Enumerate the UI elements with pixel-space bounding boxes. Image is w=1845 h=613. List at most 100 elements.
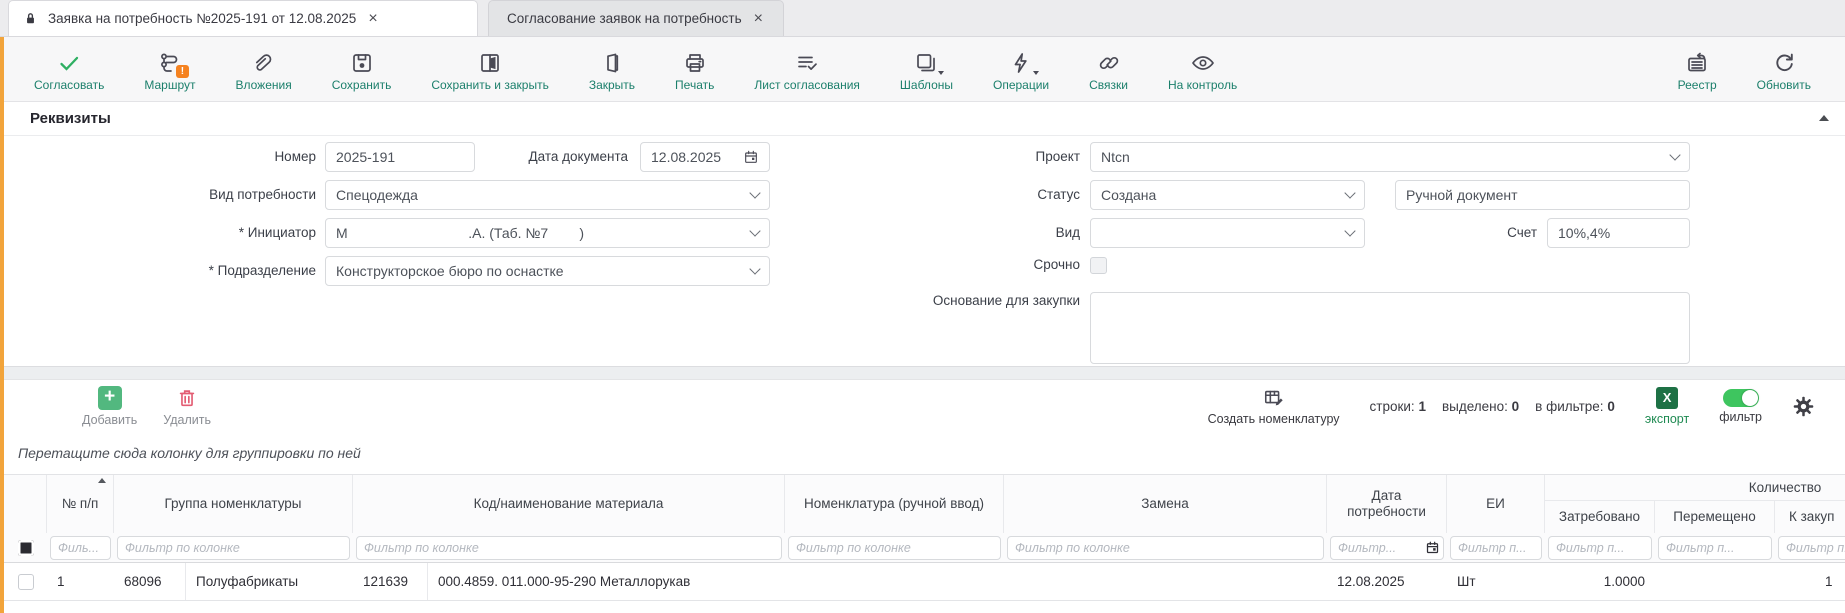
route-button[interactable]: ! Маршрут (124, 37, 215, 101)
filter-replacement[interactable] (1007, 536, 1324, 560)
filter-requested[interactable] (1548, 536, 1652, 560)
tab-approval[interactable]: Согласование заявок на потребность × (488, 0, 784, 36)
registry-button[interactable]: Реестр (1658, 47, 1737, 92)
plus-icon: + (98, 386, 122, 410)
header-to-purchase[interactable]: К закуп (1775, 501, 1845, 533)
department-select[interactable]: Конструкторское бюро по оснастке (325, 256, 770, 286)
kind-select[interactable] (1090, 218, 1365, 248)
export-excel-button[interactable]: X экспорт (1645, 387, 1689, 426)
need-type-label: Вид потребности (4, 180, 316, 210)
header-quantity-label: Количество (1545, 475, 1845, 501)
cell-need-date: 12.08.2025 (1327, 563, 1447, 600)
account-input[interactable] (1547, 218, 1690, 248)
lock-icon (23, 11, 38, 26)
filter-unit[interactable] (1450, 536, 1542, 560)
add-row-button[interactable]: + Добавить (82, 386, 137, 427)
save-and-close-button[interactable]: Сохранить и закрыть (411, 37, 568, 101)
create-nomenclature-button[interactable]: Создать номенклатуру (1208, 387, 1340, 426)
eye-icon (1190, 47, 1216, 75)
toggle-on-icon[interactable] (1723, 389, 1759, 407)
need-type-select[interactable]: Спецодежда (325, 180, 770, 210)
tab-close-icon[interactable]: × (366, 11, 379, 27)
templates-icon (914, 47, 938, 75)
route-badge: ! (176, 65, 189, 78)
project-select[interactable]: Ntcn (1090, 142, 1690, 172)
print-button[interactable]: Печать (655, 37, 734, 101)
dropdown-caret (938, 71, 944, 75)
sort-asc-icon (98, 478, 106, 483)
purchase-reason-textarea[interactable] (1090, 292, 1690, 364)
approve-button[interactable]: Согласовать (14, 37, 124, 101)
filter-material-code-name[interactable] (356, 536, 782, 560)
filter-nomenclature-group[interactable] (117, 536, 350, 560)
control-button[interactable]: На контроль (1148, 37, 1257, 101)
list-check-icon (795, 47, 819, 75)
status-select[interactable]: Создана (1090, 180, 1365, 210)
header-replacement[interactable]: Замена (1004, 475, 1327, 533)
close-button[interactable]: Закрыть (569, 37, 655, 101)
toolbar: Согласовать ! Маршрут Вложения Сохранить… (4, 37, 1845, 102)
filter-toggle[interactable]: фильтр (1719, 389, 1762, 424)
trash-icon (176, 386, 198, 410)
delete-row-button[interactable]: Удалить (163, 386, 211, 427)
group-by-drop-zone[interactable]: Перетащите сюда колонку для группировки … (4, 432, 1845, 474)
project-label: Проект (780, 142, 1080, 172)
header-unit[interactable]: ЕИ (1447, 475, 1545, 533)
templates-button[interactable]: Шаблоны (880, 37, 973, 101)
header-nomenclature-manual[interactable]: Номенклатура (ручной ввод) (785, 475, 1004, 533)
filter-row-number[interactable] (50, 536, 111, 560)
selected-count: выделено: 0 (1442, 399, 1519, 414)
cell-row-number: 1 (47, 563, 114, 600)
chevron-down-icon (1344, 187, 1355, 198)
header-need-date[interactable]: Дата потребности (1327, 475, 1447, 533)
refresh-button[interactable]: Обновить (1737, 47, 1831, 92)
filter-to-purchase[interactable] (1778, 536, 1845, 560)
registry-icon (1685, 47, 1709, 75)
filter-nomenclature-manual[interactable] (788, 536, 1001, 560)
select-all-checkbox[interactable] (18, 540, 34, 556)
material-code: 121639 (353, 563, 428, 600)
calendar-icon[interactable] (1425, 540, 1440, 555)
initiator-select[interactable]: М .А. (Таб. №7 ) (325, 218, 770, 248)
urgent-checkbox[interactable] (1090, 257, 1107, 274)
calendar-icon[interactable] (743, 149, 759, 165)
header-moved[interactable]: Перемещено (1655, 501, 1775, 533)
door-icon (600, 47, 624, 75)
table-row[interactable]: 1 68096 Полуфабрикаты 121639 000.4859. 0… (4, 563, 1845, 601)
doc-date-input[interactable]: 12.08.2025 (640, 142, 770, 172)
chevron-down-icon (1669, 149, 1680, 160)
cell-to-purchase: 1 (1775, 563, 1845, 600)
paperclip-icon (252, 47, 276, 75)
attachments-button[interactable]: Вложения (215, 37, 311, 101)
kind-label: Вид (780, 218, 1080, 248)
links-button[interactable]: Связки (1069, 37, 1148, 101)
approval-sheet-button[interactable]: Лист согласования (734, 37, 880, 101)
filtered-count: в фильтре: 0 (1535, 399, 1615, 414)
grid-filter-row (4, 533, 1845, 563)
row-checkbox[interactable] (18, 574, 34, 590)
gear-icon[interactable] (1792, 395, 1815, 418)
manual-document-field[interactable] (1395, 180, 1690, 210)
group-code: 68096 (114, 563, 186, 600)
chevron-down-icon (1344, 225, 1355, 236)
tab-request[interactable]: Заявка на потребность №2025-191 от 12.08… (8, 0, 478, 36)
account-label: Счет (1397, 218, 1537, 248)
header-quantity-group: Количество Затребовано Перемещено К заку… (1545, 475, 1845, 533)
tab-close-icon[interactable]: × (752, 11, 765, 27)
collapse-panel-icon[interactable] (1819, 115, 1829, 121)
app-window: Заявка на потребность №2025-191 от 12.08… (0, 0, 1845, 613)
number-label: Номер (4, 142, 316, 172)
save-button[interactable]: Сохранить (312, 37, 412, 101)
table-pencil-icon (1262, 387, 1286, 409)
grid-counters: строки: 1 выделено: 0 в фильтре: 0 (1370, 399, 1615, 414)
header-select-column (4, 475, 47, 533)
urgent-label: Срочно (780, 250, 1080, 280)
cell-nomenclature-manual (785, 563, 1004, 600)
header-nomenclature-group[interactable]: Группа номенклатуры (114, 475, 353, 533)
chain-link-icon (1097, 47, 1121, 75)
header-requested[interactable]: Затребовано (1545, 501, 1655, 533)
header-material-code-name[interactable]: Код/наименование материала (353, 475, 785, 533)
header-row-number[interactable]: № п/п (47, 475, 114, 533)
filter-moved[interactable] (1658, 536, 1772, 560)
operations-button[interactable]: Операции (973, 37, 1069, 101)
